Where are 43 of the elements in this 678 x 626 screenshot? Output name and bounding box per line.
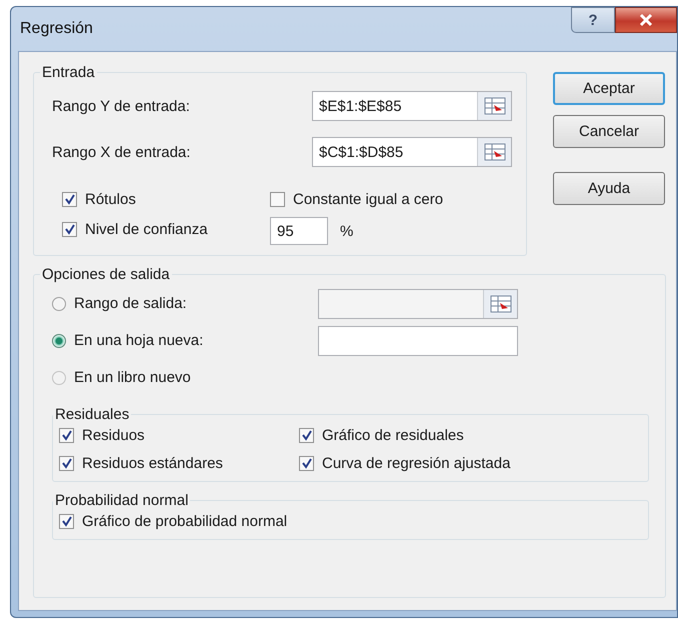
checkbox-option[interactable]: Residuos	[59, 423, 299, 447]
field-label: Rango Y de entrada:	[52, 98, 190, 114]
dialog-button[interactable]: Aceptar	[553, 72, 665, 105]
close-button[interactable]	[615, 7, 677, 33]
field-label: Rango X de entrada:	[52, 144, 190, 160]
checkbox-option[interactable]: Gráfico de probabilidad normal	[59, 509, 634, 533]
checkbox-option[interactable]: Rótulos	[62, 187, 270, 211]
checkmark-icon	[60, 429, 72, 441]
checkmark-icon	[60, 515, 72, 527]
group-title: Probabilidad normal	[54, 492, 190, 509]
group-title: Entrada	[41, 64, 96, 81]
checkmark-icon	[300, 429, 312, 441]
checkbox-option[interactable]: Gráfico de residuales	[299, 423, 634, 447]
range-field[interactable]: $E$1:$E$85	[312, 91, 512, 121]
checkbox-option[interactable]: Constante igual a cero	[270, 187, 512, 211]
range-picker-icon	[484, 97, 506, 115]
checkmark-icon	[300, 457, 312, 469]
help-button[interactable]: ?	[571, 7, 615, 33]
radio-option[interactable]: En una hoja nueva:	[52, 332, 278, 349]
range-field[interactable]	[318, 288, 518, 318]
range-picker-button[interactable]	[483, 290, 517, 318]
range-field[interactable]: $C$1:$D$85	[312, 137, 512, 167]
range-picker-icon	[490, 294, 512, 312]
group-title: Opciones de salida	[41, 266, 171, 283]
window-title: Regresión	[19, 20, 93, 38]
close-icon	[638, 13, 654, 27]
checkmark-icon	[64, 223, 76, 235]
dialog-button[interactable]: Ayuda	[553, 172, 665, 205]
confidence-field[interactable]: 95	[270, 217, 328, 245]
group-title: Residuales	[54, 406, 130, 423]
range-picker-icon	[484, 143, 506, 161]
range-picker-button[interactable]	[477, 138, 511, 166]
percent-label: %	[340, 222, 354, 240]
checkbox-option[interactable]: Nivel de confianza	[62, 217, 270, 241]
range-picker-button[interactable]	[477, 92, 511, 120]
radio-option[interactable]: En un libro nuevo	[52, 369, 278, 386]
dialog-button[interactable]: Cancelar	[553, 115, 665, 148]
sheet-name-field[interactable]	[318, 326, 518, 356]
radio-option[interactable]: Rango de salida:	[52, 295, 278, 312]
checkbox-option[interactable]: Residuos estándares	[59, 451, 299, 475]
checkmark-icon	[64, 193, 76, 205]
checkbox-option[interactable]: Curva de regresión ajustada	[299, 451, 634, 475]
checkmark-icon	[60, 457, 72, 469]
